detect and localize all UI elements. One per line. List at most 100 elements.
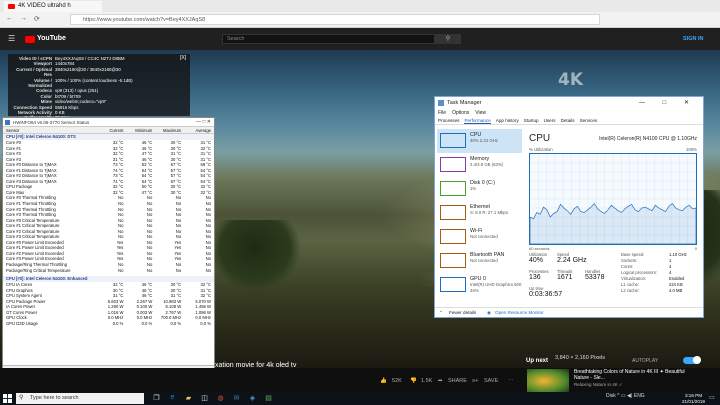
next-video-thumbnail[interactable] [527,369,569,393]
column-header[interactable]: Current [98,127,127,133]
performance-item[interactable]: Disk 0 (C:) 1% [437,177,522,201]
mini-graph-icon [440,253,466,268]
performance-item[interactable]: Ethernet S: 8.0 R: 27.1 Mbps [437,201,522,225]
window-controls[interactable]: — □ ✕ [639,97,697,109]
performance-item[interactable]: Wi-Fi Not connected [437,225,522,249]
refresh-icon[interactable]: ⟳ [34,15,40,23]
share-icon[interactable]: ➦ [438,378,443,384]
performance-item-detail: Intel(R) UHD Graphics 600 34% [470,282,522,293]
fewer-details-link[interactable]: Fewer details [449,308,476,318]
file-explorer-icon[interactable]: ▰ [182,394,195,402]
store-icon[interactable]: ◫ [198,394,211,402]
menu-file[interactable]: File [438,109,446,117]
next-video-title[interactable]: Breathtaking Colors of Nature in 4K III … [574,369,694,381]
chrome-icon[interactable]: ◍ [214,394,227,402]
address-bar: ← → ⟳ https://www.youtube.com/watch?v=Be… [0,12,720,28]
task-manager-title-bar[interactable]: Task Manager — □ ✕ [435,97,703,109]
task-view-icon[interactable]: ❐ [150,394,163,402]
back-icon[interactable]: ← [6,15,13,22]
open-resource-monitor-link[interactable]: Open Resource Monitor [495,308,544,318]
sensor-value: 0.0 % [200,320,212,326]
performance-item[interactable]: CPU 40% 2.24 GHz [437,129,522,153]
system-tray[interactable]: Disk ^ ▭ ◀) ENG [606,393,645,399]
tab-users[interactable]: Users [544,117,556,124]
sensor-row[interactable]: GPU D3D Usage 0.0 % 0.0 % 0.0 % 0.0 % [3,321,214,327]
taskbar-clock[interactable]: 3:16 PM 21/01/2019 [682,393,705,404]
resource-monitor-icon[interactable]: ◉ [487,308,491,318]
hwinfo-window: HWiNFO64 v6.06-3770 Sensor Status — □ ✕ … [2,117,215,385]
cpu-spec-label: L2 cache: [621,288,640,293]
column-header[interactable]: Sensor [3,127,98,133]
sign-in-button[interactable]: SIGN IN [683,36,703,42]
performance-item[interactable]: Bluetooth PAN Not connected [437,249,522,273]
cpu-spec-value: 1.10 GHz [669,252,687,257]
sensor-row[interactable]: Package/Ring Critical Temperature No No No N… [3,268,214,274]
tab-performance[interactable]: Performance [464,117,491,124]
next-video-channel[interactable]: Relaxing Nature in 4K ✓ [574,382,623,388]
performance-item[interactable]: GPU 0 Intel(R) UHD Graphics 600 34% [437,273,522,297]
tab-details[interactable]: Details [561,117,575,124]
tab-services[interactable]: Services [580,117,598,124]
performance-item-detail: Not connected [470,234,498,239]
performance-item-detail: 1% [470,186,477,191]
menu-options[interactable]: Options [452,109,469,117]
tab-startup[interactable]: Startup [524,117,539,124]
task-manager-taskbar-icon[interactable]: ▤ [262,394,275,402]
hwinfo-taskbar-icon[interactable]: ◈ [246,394,259,402]
forward-icon[interactable]: → [20,15,27,22]
cpu-stat-value: 40% [529,257,544,264]
video-title: xation movie for 4k oled tv [215,362,297,369]
cpu-spec-label: Cores: [621,264,634,269]
cpu-spec-value: 4 [669,270,672,275]
browser-tab[interactable]: 4K VIDEO ultrahd h [4,1,102,12]
more-icon[interactable]: ⋯ [508,378,514,384]
share-button[interactable]: SHARE [448,378,467,384]
performance-item[interactable]: Memory 2.4/3.8 GB (63%) [437,153,522,177]
youtube-search-input[interactable]: Search [222,34,435,44]
url-field[interactable]: https://www.youtube.com/watch?v=Bey4XXJA… [70,14,600,25]
dislike-icon[interactable]: 👎 [410,378,417,384]
column-header[interactable]: Maximum [155,127,184,133]
autoplay-toggle-knob[interactable] [693,356,701,364]
like-icon[interactable]: 👍 [380,378,387,384]
taskbar-search-input[interactable]: Type here to search [16,393,144,404]
hwinfo-sensor-list: CPU [#0]: Intel Celeron N4100: DTS Core #… [3,134,214,327]
hwinfo-title-bar[interactable]: HWiNFO64 v6.06-3770 Sensor Status — □ ✕ [3,118,214,127]
autoplay-label: AUTOPLAY [632,358,659,364]
mini-graph-icon [440,133,466,148]
stats-close-button[interactable]: [X] [180,55,186,61]
cpu-utilization-graph [529,153,697,245]
youtube-logo-icon[interactable] [25,36,35,43]
column-header[interactable]: Minimum [126,127,155,133]
cpu-spec-value: 4.0 MB [669,288,683,293]
save-button[interactable]: SAVE [484,378,498,384]
edge-icon[interactable]: e [166,394,179,401]
sensor-value: 0.0 % [112,320,124,326]
fewer-details-icon[interactable]: ⌃ [439,308,443,318]
tab-app-history[interactable]: App history [496,117,519,124]
mail-icon[interactable]: ✉ [230,394,243,402]
sensor-value: No [146,267,153,273]
mini-graph-icon [440,181,466,196]
search-icon[interactable]: ⚲ [435,34,461,44]
cpu-stat-value: 1671 [557,274,573,281]
youtube-logo-text[interactable]: YouTube [37,35,66,42]
cpu-spec-label: L1 cache: [621,282,640,287]
cpu-spec-label: Logical processors: [621,270,658,275]
search-icon: ⚲ [19,395,24,401]
stats-key: Volume / Normalized [28,77,52,89]
windows-start-icon[interactable] [3,394,12,403]
performance-sidebar: CPU 40% 2.24 GHz Memory 2.4/3.8 GB (63%) Dis… [437,129,522,304]
cpu-panel: CPU Intel(R) Celeron(R) N4100 CPU @ 1.10… [527,131,699,306]
column-header[interactable]: Average [184,127,214,133]
menu-view[interactable]: View [475,109,486,117]
window-controls[interactable]: — □ ✕ [196,118,211,127]
video-tree [210,220,300,290]
cpu-stat-value: 136 [529,274,541,281]
hamburger-menu-icon[interactable]: ☰ [8,34,15,43]
mini-graph-icon [440,205,466,220]
notifications-icon[interactable]: ▭ [709,394,715,401]
tab-processes[interactable]: Processes [438,117,459,124]
cpu-spec-value: 1 [669,258,672,263]
save-icon[interactable]: ≡+ [472,378,478,384]
